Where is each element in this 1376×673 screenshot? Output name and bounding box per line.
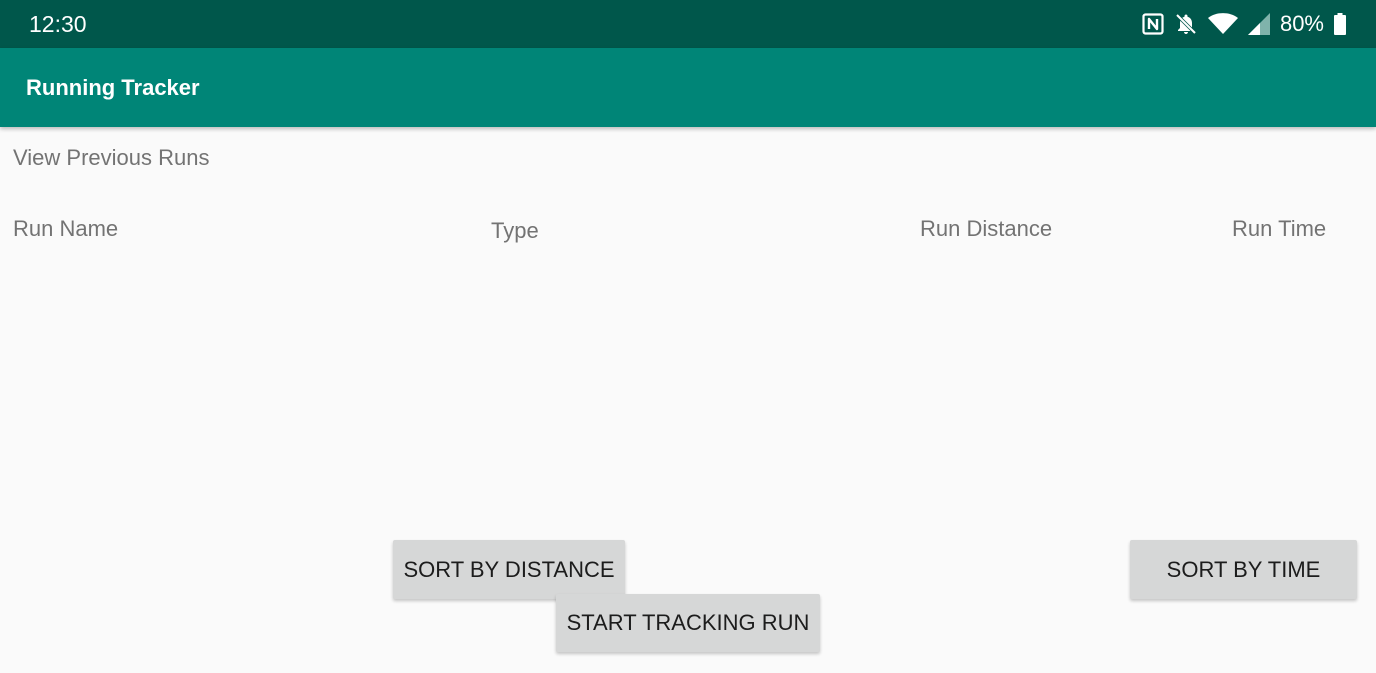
wifi-icon <box>1207 13 1238 35</box>
runs-list[interactable] <box>0 256 1376 526</box>
app-title: Running Tracker <box>26 75 200 100</box>
app-bar: Running Tracker <box>0 48 1376 127</box>
column-header-run-time: Run Time <box>1232 216 1327 241</box>
column-header-type: Type <box>491 218 539 243</box>
start-tracking-run-button[interactable]: START TRACKING RUN <box>556 594 820 652</box>
notifications-off-icon <box>1174 12 1198 36</box>
column-header-run-name: Run Name <box>13 216 119 241</box>
sort-by-distance-button[interactable]: SORT BY DISTANCE <box>393 540 625 599</box>
battery-icon <box>1334 13 1346 35</box>
cell-signal-icon <box>1247 13 1270 35</box>
status-icons: 80% <box>1142 10 1346 38</box>
column-header-run-distance: Run Distance <box>920 216 1053 241</box>
status-bar: 12:30 80% <box>0 0 1376 48</box>
sort-by-time-button[interactable]: SORT BY TIME <box>1130 540 1357 599</box>
status-time: 12:30 <box>29 11 87 37</box>
section-title: View Previous Runs <box>13 145 210 170</box>
battery-percentage: 80% <box>1279 11 1324 36</box>
nfc-icon <box>1142 13 1164 35</box>
